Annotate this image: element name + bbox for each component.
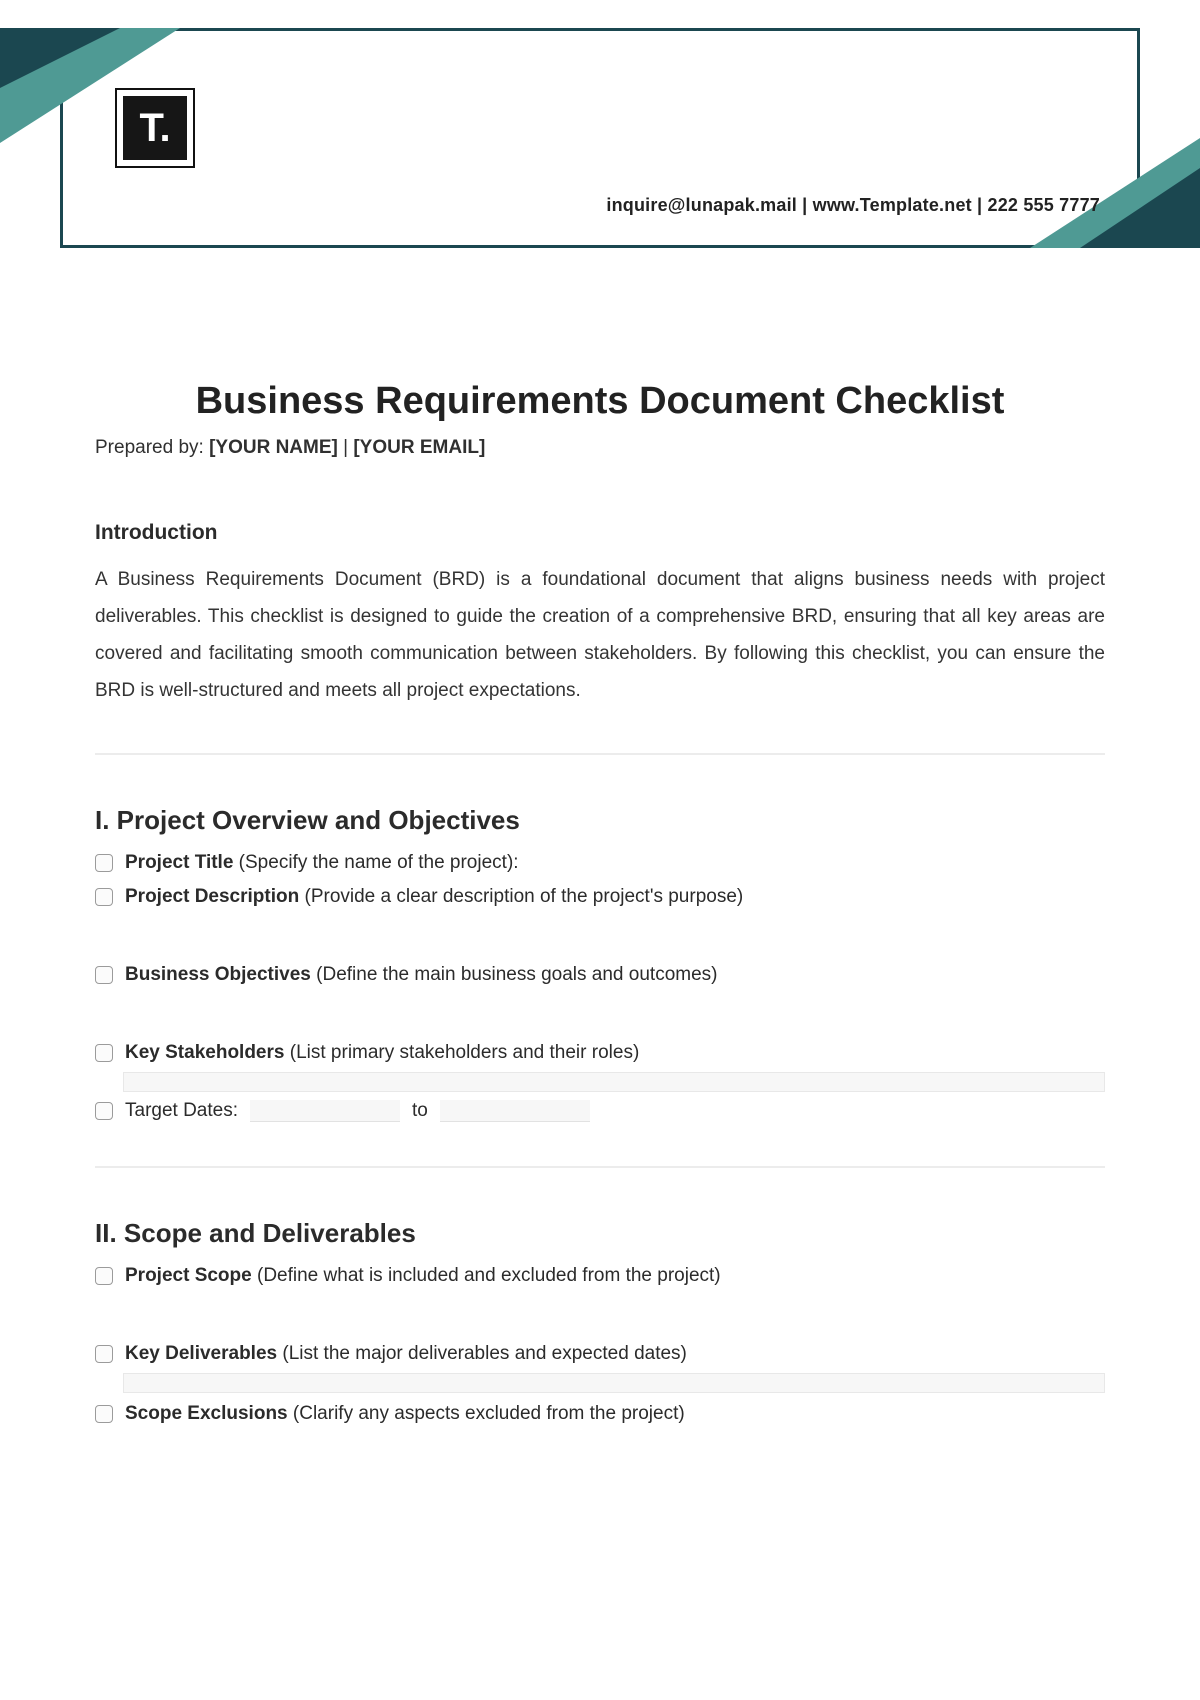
- item-label: Key Stakeholders: [125, 1042, 284, 1063]
- input-placeholder-line[interactable]: [123, 1373, 1105, 1393]
- item-label: Project Description: [125, 886, 299, 907]
- logo-text: T.: [123, 96, 187, 160]
- corner-decoration: [0, 28, 120, 88]
- item-desc: (Define the main business goals and outc…: [311, 964, 718, 985]
- item-label: Scope Exclusions: [125, 1403, 288, 1424]
- checkbox[interactable]: [95, 888, 113, 906]
- intro-heading: Introduction: [95, 521, 1105, 545]
- checkbox[interactable]: [95, 1044, 113, 1062]
- intro-body: A Business Requirements Document (BRD) i…: [95, 561, 1105, 709]
- checkbox[interactable]: [95, 1102, 113, 1120]
- checklist-item: Business Objectives (Define the main bus…: [95, 962, 1105, 988]
- checklist-item: Key Deliverables (List the major deliver…: [95, 1341, 1105, 1367]
- item-desc: (Define what is included and excluded fr…: [252, 1265, 721, 1286]
- checklist-item: Project Description (Provide a clear des…: [95, 884, 1105, 910]
- checklist-item: Key Stakeholders (List primary stakehold…: [95, 1040, 1105, 1066]
- input-placeholder-line[interactable]: [123, 1072, 1105, 1092]
- prepared-prefix: Prepared by:: [95, 437, 209, 458]
- checkbox[interactable]: [95, 966, 113, 984]
- item-label: Business Objectives: [125, 964, 311, 985]
- item-desc: (List primary stakeholders and their rol…: [284, 1042, 639, 1063]
- prepared-email: [YOUR EMAIL]: [353, 437, 485, 458]
- item-label: Target Dates: [125, 1100, 233, 1121]
- section-heading-1: I. Project Overview and Objectives: [95, 805, 1105, 836]
- checklist-item-target-dates: Target Dates: to: [95, 1100, 1105, 1122]
- page-content: Business Requirements Document Checklist…: [95, 380, 1105, 1435]
- page-title: Business Requirements Document Checklist: [95, 380, 1105, 423]
- checklist-item: Project Scope (Define what is included a…: [95, 1263, 1105, 1289]
- divider: [95, 1166, 1105, 1168]
- item-desc: (Clarify any aspects excluded from the p…: [288, 1403, 685, 1424]
- item-label: Project Title: [125, 852, 233, 873]
- date-input-start[interactable]: [250, 1100, 400, 1122]
- item-label: Project Scope: [125, 1265, 252, 1286]
- prepared-by-line: Prepared by: [YOUR NAME] | [YOUR EMAIL]: [95, 437, 1105, 459]
- checkbox[interactable]: [95, 1405, 113, 1423]
- contact-line: inquire@lunapak.mail | www.Template.net …: [60, 195, 1100, 216]
- checkbox[interactable]: [95, 854, 113, 872]
- item-desc: (Provide a clear description of the proj…: [299, 886, 743, 907]
- prepared-sep: |: [338, 437, 354, 458]
- item-desc: (Specify the name of the project):: [233, 852, 518, 873]
- checklist-item: Project Title (Specify the name of the p…: [95, 850, 1105, 876]
- item-label: Key Deliverables: [125, 1343, 277, 1364]
- logo: T.: [115, 88, 195, 168]
- checkbox[interactable]: [95, 1345, 113, 1363]
- date-input-end[interactable]: [440, 1100, 590, 1122]
- divider: [95, 753, 1105, 755]
- item-desc: (List the major deliverables and expecte…: [277, 1343, 687, 1364]
- section-heading-2: II. Scope and Deliverables: [95, 1218, 1105, 1249]
- to-label: to: [412, 1100, 428, 1122]
- checklist-item: Scope Exclusions (Clarify any aspects ex…: [95, 1401, 1105, 1427]
- checkbox[interactable]: [95, 1267, 113, 1285]
- prepared-name: [YOUR NAME]: [209, 437, 338, 458]
